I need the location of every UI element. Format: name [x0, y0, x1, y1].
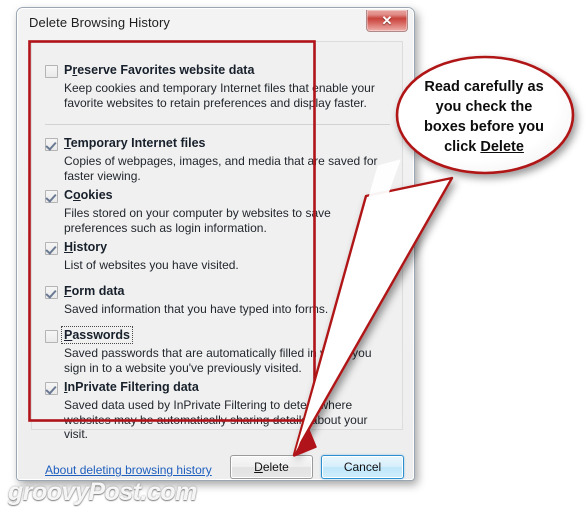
label-form-data: Form data: [64, 284, 125, 298]
dialog-title: Delete Browsing History: [29, 15, 171, 30]
callout-line-4: click Delete: [444, 139, 524, 155]
callout-text: Read carefully as you check the boxes be…: [396, 77, 572, 157]
dialog-inner-frame: Delete Browsing History ✕ Preserve Favor…: [17, 8, 414, 480]
dialog-titlebar[interactable]: Delete Browsing History ✕: [18, 9, 413, 39]
description-inprivate-filtering-data: Saved data used by InPrivate Filtering t…: [64, 398, 368, 441]
description-history: List of websites you have visited.: [64, 258, 239, 272]
checkbox-history[interactable]: [45, 242, 58, 255]
checkbox-form-data[interactable]: [45, 286, 58, 299]
label-passwords: Passwords: [60, 326, 134, 344]
label-preserve-favorites: Preserve Favorites website data: [64, 63, 255, 77]
checkbox-cookies[interactable]: [45, 190, 58, 203]
delete-button-label: Delete: [254, 460, 289, 474]
close-button[interactable]: ✕: [366, 10, 408, 32]
checkbox-preserve-favorites[interactable]: [45, 65, 58, 78]
options-panel: Preserve Favorites website data Keep coo…: [31, 41, 403, 441]
description-preserve-favorites: Keep cookies and temporary Internet file…: [64, 81, 375, 110]
screenshot-root: Delete Browsing History ✕ Preserve Favor…: [0, 0, 587, 516]
divider-1: [45, 124, 390, 125]
callout-line-2: you check the: [435, 99, 533, 115]
description-temporary-internet-files: Copies of webpages, images, and media th…: [64, 154, 378, 183]
label-history: History: [64, 240, 108, 254]
description-form-data: Saved information that you have typed in…: [64, 302, 329, 316]
delete-button[interactable]: Delete: [230, 455, 313, 479]
checkbox-temporary-internet-files[interactable]: [45, 138, 58, 151]
cancel-button[interactable]: Cancel: [321, 455, 404, 479]
label-cookies: Cookies: [64, 188, 113, 202]
checkbox-passwords[interactable]: [45, 330, 58, 343]
description-passwords: Saved passwords that are automatically f…: [64, 346, 372, 375]
callout-line-3: boxes before you: [423, 119, 545, 135]
watermark: groovyPost.com: [8, 478, 197, 506]
close-icon: ✕: [381, 12, 393, 28]
delete-browsing-history-dialog: Delete Browsing History ✕ Preserve Favor…: [16, 7, 415, 481]
checkbox-inprivate-filtering-data[interactable]: [45, 382, 58, 395]
description-cookies: Files stored on your computer by website…: [64, 206, 331, 235]
label-inprivate-filtering-data: InPrivate Filtering data: [64, 380, 199, 394]
label-temporary-internet-files: Temporary Internet files: [64, 136, 206, 150]
about-deleting-browsing-history-link[interactable]: About deleting browsing history: [45, 463, 212, 477]
cancel-button-label: Cancel: [343, 460, 382, 474]
callout-line-1: Read carefully as: [424, 79, 544, 95]
